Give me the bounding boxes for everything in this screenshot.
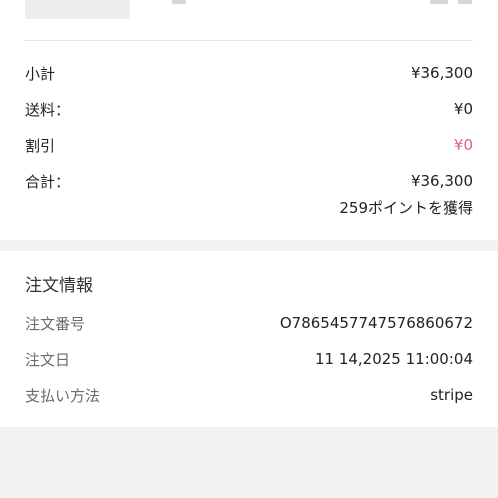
product-thumbnail [25,0,130,19]
subtotal-value: ¥36,300 [410,64,473,82]
order-date-label: 注文日 [25,350,71,369]
shipping-row: 送料： ¥0 [25,97,473,121]
subtotal-row: 小計 ¥36,300 [25,61,473,85]
order-number-row: 注文番号 O7865457747576860672 [25,311,473,335]
order-info-title: 注文情報 [25,276,93,296]
order-number-label: 注文番号 [25,314,86,333]
order-number-value: O7865457747576860672 [279,314,473,332]
shipping-label: 送料： [25,100,71,119]
cut-off-text-fragment [172,0,186,4]
cut-off-text-fragment [458,0,472,4]
total-row: 合計： ¥36,300 [25,169,473,193]
order-date-row: 注文日 11 14,2025 11:00:04 [25,347,473,371]
order-date-value: 11 14,2025 11:00:04 [314,350,473,368]
order-summary-card: 小計 ¥36,300 送料： ¥0 割引 ¥0 合計： ¥36,300 259ポ… [0,0,498,240]
points-earned-note: 259ポイントを獲得 [339,199,473,217]
shipping-value: ¥0 [453,100,473,118]
total-value: ¥36,300 [410,172,473,190]
divider [25,40,473,41]
payment-method-label: 支払い方法 [25,386,101,405]
discount-row: 割引 ¥0 [25,133,473,157]
cut-off-text-fragment [430,0,448,4]
payment-method-row: 支払い方法 stripe [25,383,473,407]
discount-label: 割引 [25,136,56,155]
payment-method-value: stripe [430,386,473,404]
discount-value: ¥0 [453,136,473,154]
subtotal-label: 小計 [25,64,56,83]
total-label: 合計： [25,172,71,191]
